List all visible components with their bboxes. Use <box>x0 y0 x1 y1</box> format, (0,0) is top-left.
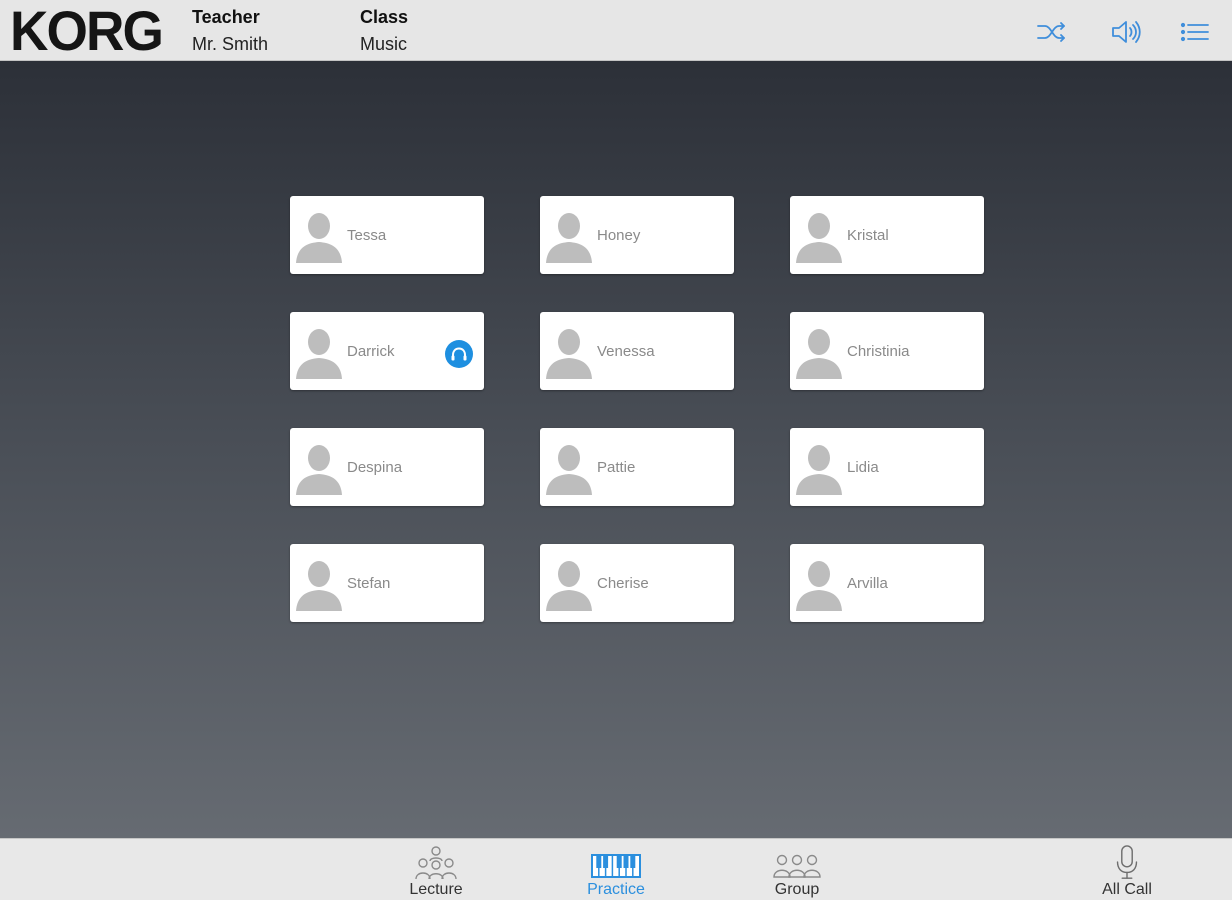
tab-label: All Call <box>1102 881 1152 898</box>
student-name: Stefan <box>347 575 391 592</box>
person-silhouette-icon <box>546 209 592 263</box>
student-name: Despina <box>347 459 403 476</box>
korg-logo: KORG <box>10 0 164 62</box>
student-card[interactable]: Pattie <box>540 428 734 506</box>
tab-label: Practice <box>587 881 645 898</box>
speaker-icon[interactable] <box>1110 18 1142 46</box>
person-silhouette-icon <box>296 557 342 611</box>
teacher-info: Teacher Mr. Smith <box>192 6 268 55</box>
student-name: Arvilla <box>847 575 888 592</box>
tab-all-call[interactable]: All Call <box>1067 843 1187 899</box>
lecture-icon <box>413 845 459 881</box>
student-name: Darrick <box>347 343 395 360</box>
person-silhouette-icon <box>296 209 342 263</box>
student-card[interactable]: Christinia <box>790 312 984 390</box>
person-silhouette-icon <box>546 325 592 379</box>
person-silhouette-icon <box>546 557 592 611</box>
student-name: Christinia <box>847 343 910 360</box>
person-silhouette-icon <box>796 557 842 611</box>
student-name: Pattie <box>597 459 636 476</box>
call-request-icon[interactable] <box>445 340 473 368</box>
student-name: Cherise <box>597 575 649 592</box>
shuffle-icon[interactable] <box>1036 18 1068 46</box>
person-silhouette-icon <box>546 441 592 495</box>
student-card[interactable]: Tessa <box>290 196 484 274</box>
person-silhouette-icon <box>796 441 842 495</box>
class-info: Class Music <box>360 6 408 55</box>
person-silhouette-icon <box>296 325 342 379</box>
list-menu-icon[interactable] <box>1179 18 1211 46</box>
tab-label: Group <box>774 881 820 898</box>
class-name: Music <box>360 34 408 54</box>
teacher-label: Teacher <box>192 7 260 27</box>
person-silhouette-icon <box>296 441 342 495</box>
student-card[interactable]: Darrick <box>290 312 484 390</box>
student-name: Tessa <box>347 227 387 244</box>
student-card[interactable]: Despina <box>290 428 484 506</box>
top-bar: KORG Teacher Mr. Smith Class Music <box>0 0 1232 61</box>
student-card[interactable]: Honey <box>540 196 734 274</box>
class-label: Class <box>360 7 409 27</box>
student-card[interactable]: Arvilla <box>790 544 984 622</box>
student-name: Kristal <box>847 227 889 244</box>
person-silhouette-icon <box>796 325 842 379</box>
tab-lecture[interactable]: Lecture <box>376 843 496 899</box>
student-area: Tessa Honey Kristal Darrick Venessa Chri… <box>0 61 1232 838</box>
student-card[interactable]: Lidia <box>790 428 984 506</box>
teacher-name: Mr. Smith <box>192 34 269 54</box>
student-grid: Tessa Honey Kristal Darrick Venessa Chri… <box>290 196 984 622</box>
tab-group[interactable]: Group <box>737 843 857 899</box>
piano-keys-icon <box>591 845 641 881</box>
student-card[interactable]: Venessa <box>540 312 734 390</box>
tab-label: Lecture <box>409 881 463 898</box>
student-name: Venessa <box>597 343 655 360</box>
microphone-icon <box>1113 845 1141 881</box>
person-silhouette-icon <box>796 209 842 263</box>
student-name: Honey <box>597 227 641 244</box>
group-icon <box>772 845 822 881</box>
bottom-tab-bar: Lecture Practice Group All Call <box>0 838 1232 900</box>
student-name: Lidia <box>847 459 879 476</box>
student-card[interactable]: Cherise <box>540 544 734 622</box>
student-card[interactable]: Kristal <box>790 196 984 274</box>
tab-practice[interactable]: Practice <box>556 843 676 899</box>
student-card[interactable]: Stefan <box>290 544 484 622</box>
